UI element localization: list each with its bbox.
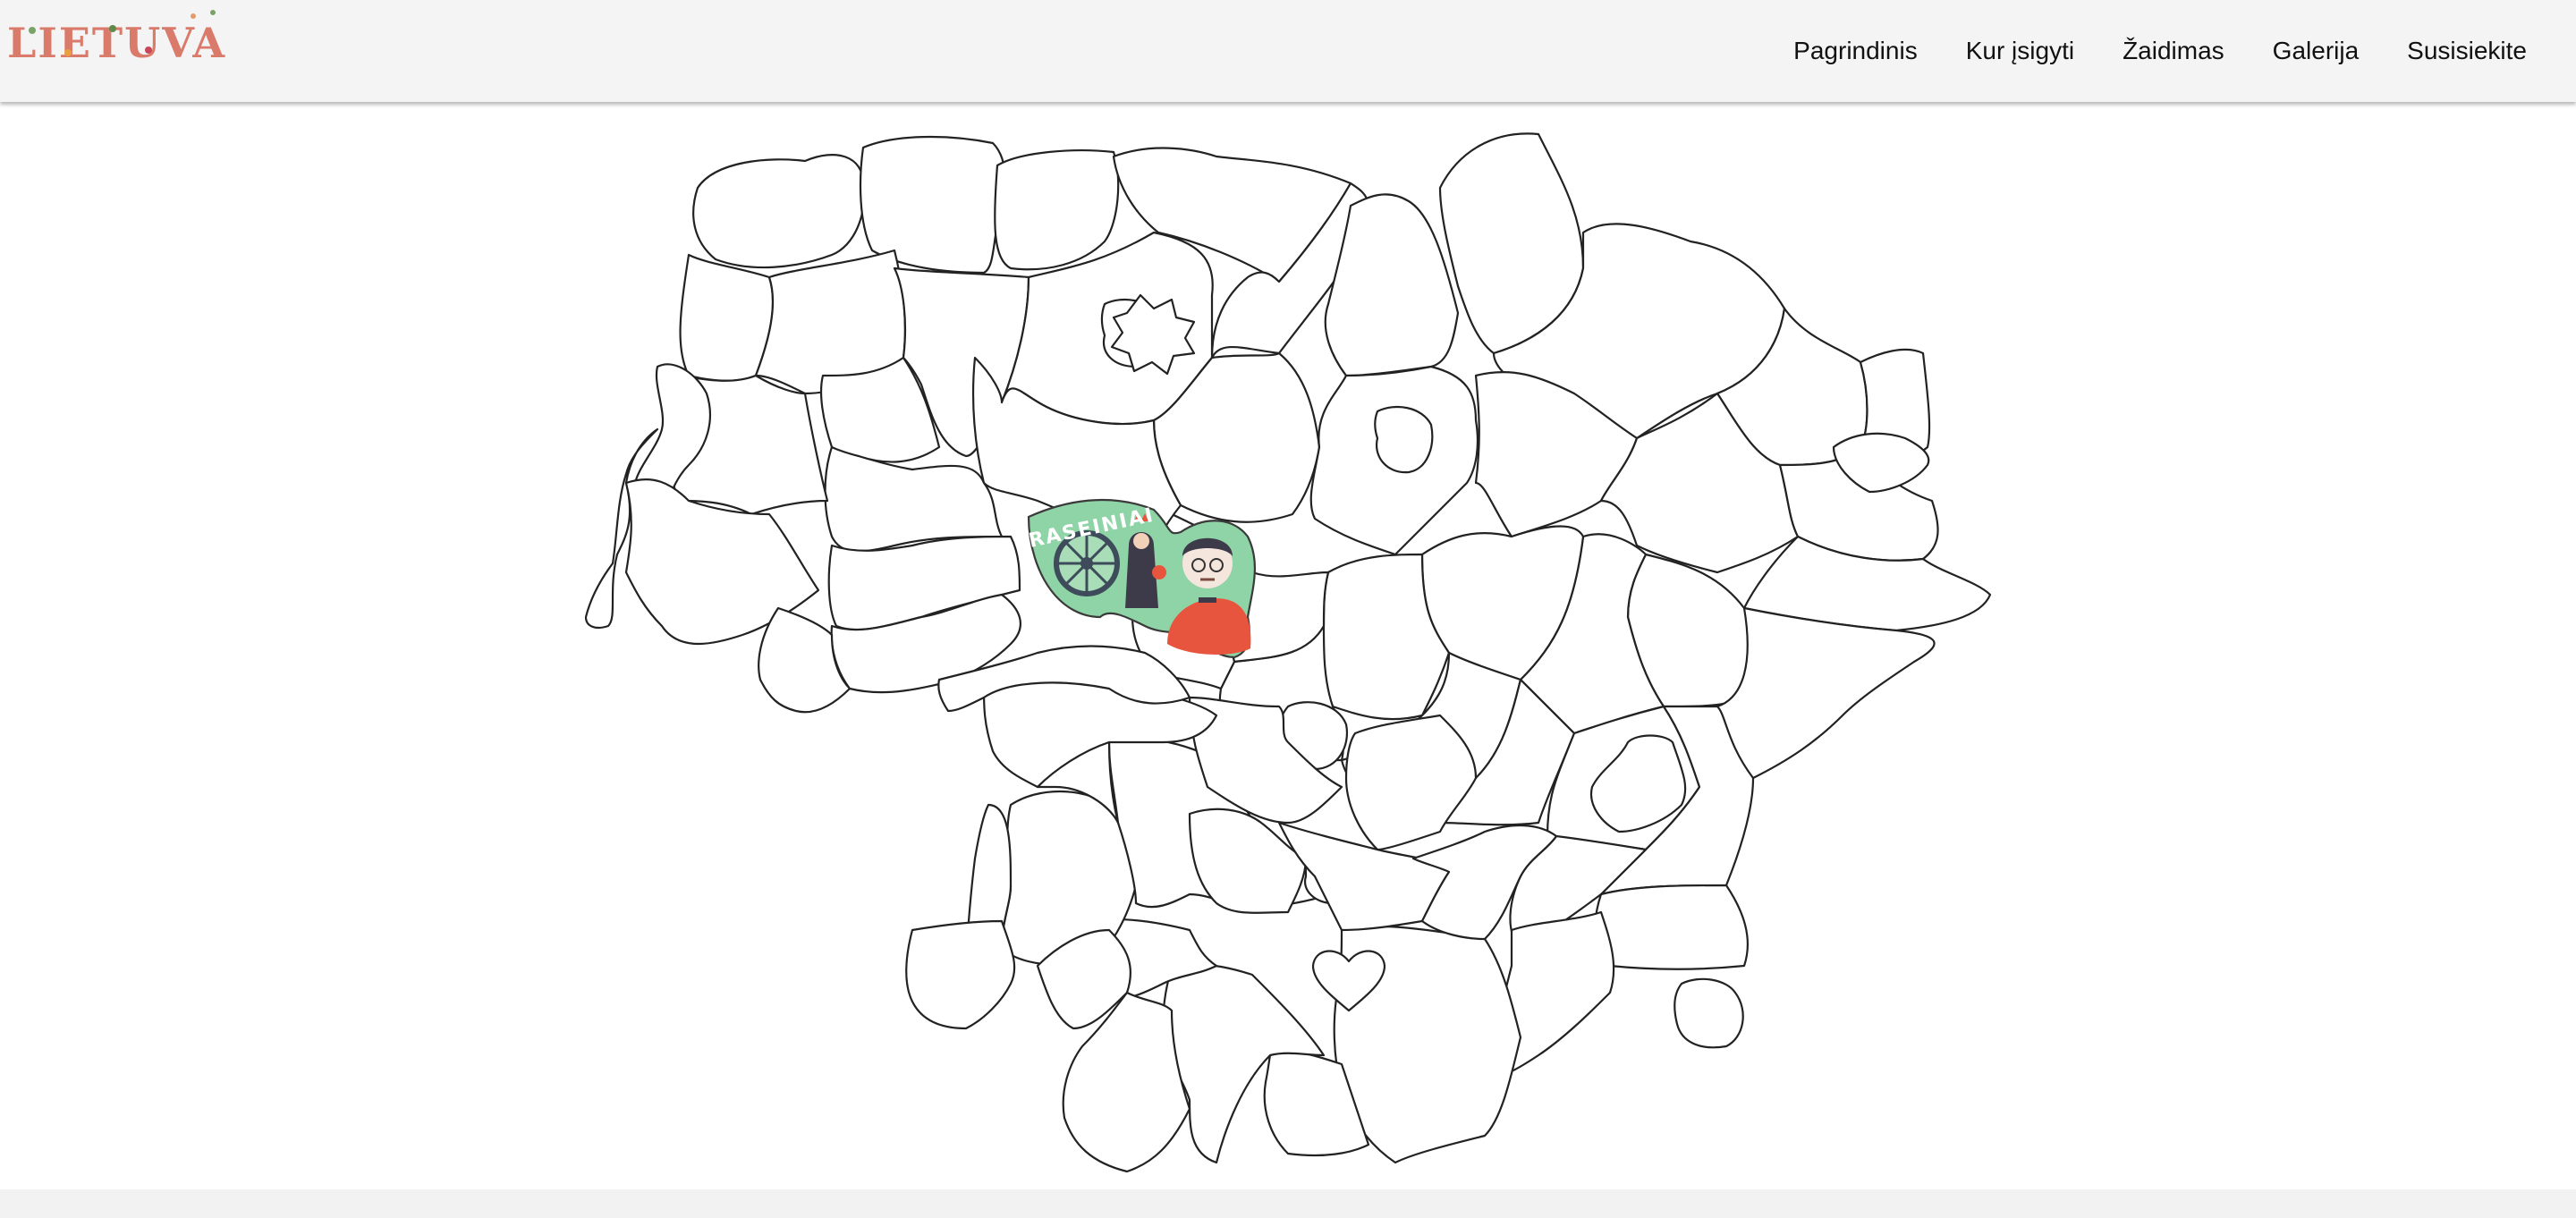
map-region[interactable] (1374, 405, 1434, 474)
logo-wordmark: LIETUVA (7, 19, 226, 67)
lithuania-puzzle-map: RASEINIAI (0, 102, 2576, 1189)
site-header: LIETUVA Pagrindinis Kur įsigyti Žaidimas… (0, 0, 2576, 102)
map-region[interactable] (1674, 977, 1744, 1049)
map-region[interactable] (679, 253, 775, 382)
map-region[interactable] (859, 135, 1006, 275)
nav-where-to-buy[interactable]: Kur įsigyti (1942, 0, 2098, 102)
nav-game[interactable]: Žaidimas (2098, 0, 2249, 102)
map-canvas: RASEINIAI (584, 132, 1992, 1173)
nav-home[interactable]: Pagrindinis (1769, 0, 1942, 102)
map-region[interactable] (1594, 884, 1749, 970)
map-region[interactable] (692, 154, 865, 269)
map-region[interactable] (1716, 606, 1936, 780)
footer-bar (0, 1189, 2576, 1218)
map-region[interactable] (994, 149, 1120, 271)
nav-contact[interactable]: Susisiekite (2383, 0, 2551, 102)
map-region[interactable] (905, 919, 1016, 1030)
map-region[interactable] (824, 445, 1004, 553)
nav-gallery[interactable]: Galerija (2249, 0, 2383, 102)
map-region[interactable] (1344, 714, 1478, 851)
lietuva-logo[interactable]: LIETUVA (5, 4, 236, 72)
main-nav: Pagrindinis Kur įsigyti Žaidimas Galerij… (1769, 0, 2551, 102)
